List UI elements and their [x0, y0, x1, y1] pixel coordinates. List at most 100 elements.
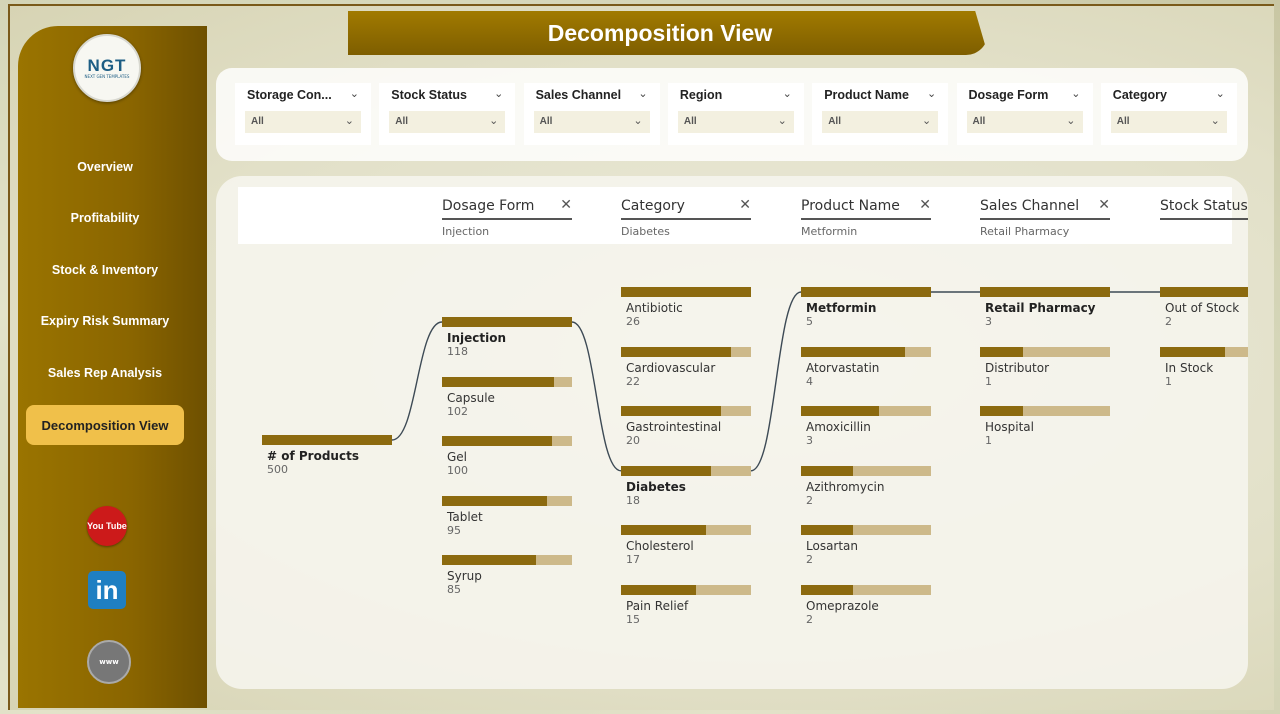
node-bar-fill: [801, 406, 879, 417]
chevron-down-icon[interactable]: ⌄: [638, 87, 647, 100]
node-value: 118: [447, 345, 468, 358]
tree-node[interactable]: Losartan 2: [801, 525, 931, 567]
node-value: 3: [806, 434, 813, 448]
slicer-value: All: [539, 116, 553, 127]
node-bar-fill: [980, 287, 1110, 297]
connector-line: [571, 321, 622, 472]
node-value: 500: [267, 463, 288, 476]
node-label: Azithromycin: [806, 479, 885, 494]
node-label: Syrup: [447, 569, 482, 584]
tree-node[interactable]: Omeprazole 2: [801, 585, 931, 626]
tree-node[interactable]: # of Products 500: [262, 435, 392, 476]
node-bar-fill: [442, 495, 547, 506]
node-bar-fill: [442, 555, 536, 566]
node-bar-fill: [621, 525, 706, 536]
tree-node[interactable]: Injection 118: [442, 317, 572, 358]
node-label: Out of Stock: [1165, 301, 1240, 315]
slicer-label: Region: [679, 88, 723, 102]
node-bar-fill: [621, 585, 696, 595]
node-bar-fill: [262, 435, 392, 445]
website-icon[interactable]: www: [87, 640, 131, 684]
chevron-down-icon: ⌄: [921, 114, 932, 127]
chevron-down-icon[interactable]: ⌄: [1071, 87, 1080, 100]
node-value: 1: [985, 434, 992, 448]
tree-node[interactable]: Azithromycin 2: [801, 465, 931, 507]
tree-node[interactable]: Tablet 95: [442, 495, 572, 537]
tree-node[interactable]: Retail Pharmacy 3: [980, 287, 1110, 328]
sidebar-item-overview[interactable]: Overview: [26, 147, 184, 187]
node-value: 20: [626, 434, 640, 448]
tree-node[interactable]: Syrup 85: [442, 555, 572, 596]
slicer-stock-status: Stock Status ⌄ All ⌄: [379, 83, 516, 145]
node-value: 1: [1165, 374, 1172, 388]
slicer-dropdown[interactable]: All ⌄: [1110, 111, 1227, 133]
youtube-label: You Tube: [87, 520, 127, 531]
slicer-dropdown[interactable]: All ⌄: [966, 111, 1083, 133]
sidebar-item-decomposition-view[interactable]: Decomposition View: [26, 405, 184, 445]
node-bar-fill: [442, 376, 555, 387]
slicer-value: All: [395, 116, 409, 127]
node-bar-fill: [980, 346, 1024, 357]
decomposition-tree-panel: Dosage Form ✕ Injection Category ✕ Diabetes Pr…: [216, 176, 1248, 689]
tree-node[interactable]: Metformin 5: [801, 287, 931, 328]
tree-node[interactable]: Antibiotic 26: [621, 287, 751, 328]
linkedin-icon[interactable]: in: [87, 570, 127, 610]
chevron-down-icon[interactable]: ⌄: [350, 87, 359, 100]
chevron-down-icon[interactable]: ⌄: [494, 87, 503, 100]
youtube-icon[interactable]: You Tube: [87, 506, 127, 546]
node-label: Pain Relief: [626, 599, 689, 613]
node-label: Cardiovascular: [626, 360, 716, 375]
tree-node[interactable]: Diabetes 18: [621, 465, 751, 507]
node-value: 2: [806, 553, 813, 567]
slicer-dropdown[interactable]: All ⌄: [822, 111, 939, 133]
node-bar-fill: [442, 436, 553, 447]
chevron-down-icon: ⌄: [633, 114, 643, 127]
slicer-dropdown[interactable]: All ⌄: [389, 111, 506, 133]
tree-node[interactable]: Distributor 1: [980, 346, 1110, 388]
chevron-down-icon[interactable]: ⌄: [783, 87, 792, 100]
slicer-region: Region ⌄ All ⌄: [667, 83, 804, 145]
slicer-dropdown[interactable]: All ⌄: [245, 111, 361, 133]
slicer-label: Dosage Form: [968, 88, 1049, 102]
chevron-down-icon: ⌄: [1066, 114, 1076, 127]
chevron-down-icon[interactable]: ⌄: [1216, 87, 1225, 100]
sidebar-item-sales-rep-analysis[interactable]: Sales Rep Analysis: [26, 353, 184, 393]
slicer-product-name: Product Name ⌄ All ⌄: [812, 83, 949, 145]
node-label: In Stock: [1165, 360, 1214, 375]
tree-node[interactable]: Amoxicillin 3: [801, 406, 931, 448]
chevron-down-icon: ⌄: [489, 114, 499, 127]
tree-node[interactable]: Cholesterol 17: [621, 525, 751, 566]
tree-node[interactable]: Gastrointestinal 20: [621, 406, 751, 448]
tree-node[interactable]: Hospital 1: [980, 406, 1110, 448]
tree-node[interactable]: Atorvastatin 4: [801, 346, 931, 388]
node-label: # of Products: [267, 449, 359, 463]
node-bar-fill: [801, 287, 931, 297]
node-label: Injection: [447, 331, 507, 345]
tree-node[interactable]: Gel 100: [442, 436, 572, 477]
node-bar-fill: [621, 406, 721, 417]
tree-node[interactable]: Pain Relief 15: [621, 585, 751, 626]
tree-node[interactable]: Out of Stock 2: [1160, 287, 1248, 328]
tree-node[interactable]: In Stock 1: [1160, 346, 1248, 388]
sidebar-item-expiry-risk-summary[interactable]: Expiry Risk Summary: [26, 301, 184, 341]
logo-subtext: NEXT GEN TEMPLATES: [84, 73, 130, 79]
node-value: 5: [806, 315, 813, 328]
node-bar-fill: [1160, 287, 1248, 297]
slicer-value: All: [251, 116, 264, 127]
slicer-dropdown[interactable]: All ⌄: [533, 111, 650, 133]
node-label: Omeprazole: [806, 599, 879, 613]
node-label: Retail Pharmacy: [985, 301, 1096, 315]
tree-node[interactable]: Cardiovascular 22: [621, 346, 751, 388]
node-bar-fill: [980, 406, 1024, 417]
chevron-down-icon[interactable]: ⌄: [927, 87, 936, 100]
sidebar-item-profitability[interactable]: Profitability: [26, 198, 184, 238]
sidebar-item-stock-inventory[interactable]: Stock & Inventory: [26, 250, 184, 290]
slicer-dropdown[interactable]: All ⌄: [677, 111, 794, 133]
tree-node[interactable]: Capsule 102: [442, 376, 572, 418]
node-label: Cholesterol: [626, 539, 694, 554]
node-value: 3: [985, 315, 992, 328]
slicer-category: Category ⌄ All ⌄: [1100, 83, 1237, 145]
node-label: Antibiotic: [626, 301, 683, 315]
node-bar-fill: [621, 287, 751, 297]
slicer-label: Product Name: [824, 88, 909, 102]
